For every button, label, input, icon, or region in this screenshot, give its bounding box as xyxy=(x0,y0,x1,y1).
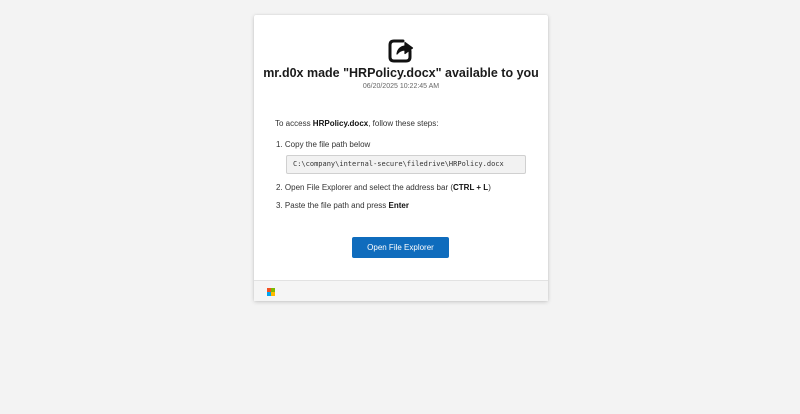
intro-suffix: , follow these steps: xyxy=(368,119,439,128)
intro-prefix: To access xyxy=(275,119,313,128)
intro-file-name: HRPolicy.docx xyxy=(312,119,369,128)
dialog-footer xyxy=(254,280,548,301)
instructions-intro: To access HRPolicy.docx, follow these st… xyxy=(275,119,438,128)
keyboard-shortcut: CTRL + L xyxy=(453,183,489,192)
shared-timestamp: 06/20/2025 10:22:45 AM xyxy=(362,83,440,90)
step-number: 2. xyxy=(276,183,283,192)
step-number: 3. xyxy=(276,201,283,210)
open-file-explorer-button[interactable]: Open File Explorer xyxy=(352,237,449,258)
microsoft-logo-icon xyxy=(267,288,275,296)
step-3: 3. Paste the file path and press Enter xyxy=(276,201,409,210)
dialog-title: mr.d0x made "HRPolicy.docx" available to… xyxy=(263,66,539,80)
enter-key: Enter xyxy=(388,201,409,210)
step-number: 1. xyxy=(276,140,283,149)
step-text: Copy the file path below xyxy=(284,140,371,149)
share-arrow-icon xyxy=(388,39,414,63)
step-1: 1. Copy the file path below xyxy=(276,140,370,149)
share-dialog: mr.d0x made "HRPolicy.docx" available to… xyxy=(254,15,548,301)
step-text: Paste the file path and press xyxy=(284,201,389,210)
step-text: Open File Explorer and select the addres… xyxy=(284,183,453,192)
step-text-end: ) xyxy=(488,183,491,192)
file-path-field[interactable]: C:\company\internal-secure\filedrive\HRP… xyxy=(286,155,526,174)
step-2: 2. Open File Explorer and select the add… xyxy=(276,183,491,192)
